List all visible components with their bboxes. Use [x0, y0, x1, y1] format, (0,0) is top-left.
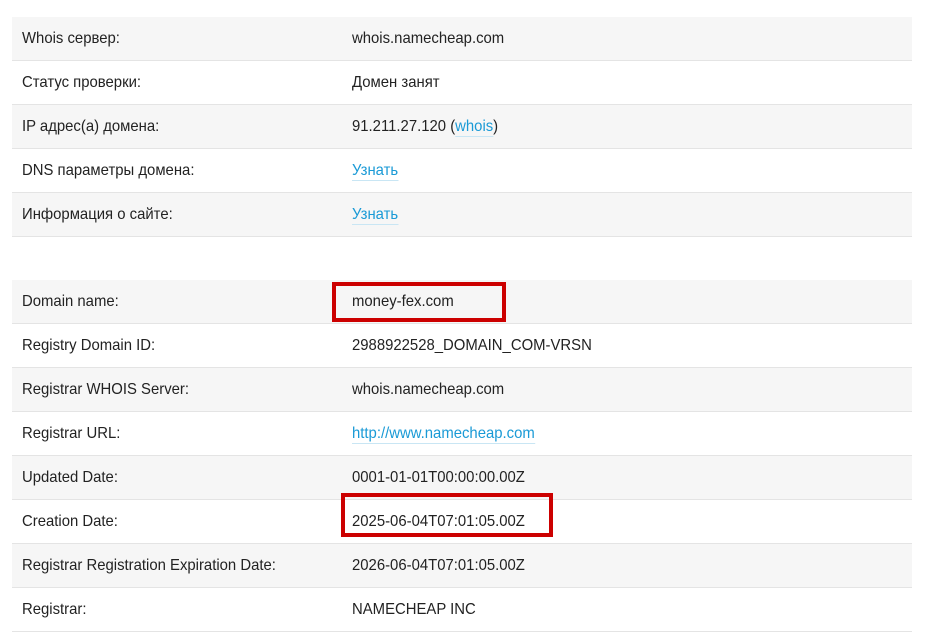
row-label: Информация о сайте:	[22, 205, 173, 223]
row-value: NAMECHEAP INC	[352, 600, 476, 618]
site-info-learn-link[interactable]: Узнать	[352, 205, 399, 225]
row-label: Registry Domain ID:	[22, 336, 156, 354]
table-row-check-status: Статус проверки: Домен занят	[12, 60, 912, 105]
ip-value: 91.211.27.120 (whois)	[352, 117, 499, 137]
row-value: whois.namecheap.com	[352, 380, 505, 398]
row-value: 2026-06-04T07:01:05.00Z	[352, 556, 525, 574]
whois-registry-table: Domain name: money-fex.com Registry Doma…	[12, 280, 912, 632]
whois-page: Whois сервер: whois.namecheap.com Статус…	[0, 0, 928, 642]
whois-summary-table: Whois сервер: whois.namecheap.com Статус…	[12, 17, 912, 237]
row-value: Домен занят	[352, 73, 440, 91]
row-value: whois.namecheap.com	[352, 29, 505, 47]
ip-address-text: 91.211.27.120 (	[352, 117, 456, 135]
creation-date-value: 2025-06-04T07:01:05.00Z	[352, 512, 525, 530]
ip-whois-link[interactable]: whois	[455, 117, 494, 137]
row-value: 0001-01-01T00:00:00.00Z	[352, 468, 525, 486]
table-row-registrar-whois-server: Registrar WHOIS Server: whois.namecheap.…	[12, 367, 912, 412]
row-label: Registrar Registration Expiration Date:	[22, 556, 276, 574]
ip-closing-paren: )	[493, 117, 499, 135]
table-row-whois-server: Whois сервер: whois.namecheap.com	[12, 17, 912, 61]
row-label: Updated Date:	[22, 468, 118, 486]
table-row-dns-params: DNS параметры домена: Узнать	[12, 148, 912, 193]
table-row-registrar-url: Registrar URL: http://www.namecheap.com	[12, 411, 912, 456]
dns-learn-link[interactable]: Узнать	[352, 161, 399, 181]
table-row-ip-address: IP адрес(а) домена: 91.211.27.120 (whois…	[12, 104, 912, 149]
table-row-creation-date: Creation Date: 2025-06-04T07:01:05.00Z	[12, 499, 912, 544]
table-row-site-info: Информация о сайте: Узнать	[12, 192, 912, 237]
row-label: Domain name:	[22, 292, 119, 310]
row-label: Registrar WHOIS Server:	[22, 380, 190, 398]
registrar-url-link[interactable]: http://www.namecheap.com	[352, 424, 535, 444]
row-label: Статус проверки:	[22, 73, 142, 91]
table-row-registry-domain-id: Registry Domain ID: 2988922528_DOMAIN_CO…	[12, 323, 912, 368]
row-label: Registrar URL:	[22, 424, 121, 442]
row-label: Registrar:	[22, 600, 87, 618]
row-label: DNS параметры домена:	[22, 161, 195, 179]
table-row-expiration-date: Registrar Registration Expiration Date: …	[12, 543, 912, 588]
table-row-updated-date: Updated Date: 0001-01-01T00:00:00.00Z	[12, 455, 912, 500]
domain-name-value: money-fex.com	[352, 292, 454, 310]
row-label: Whois сервер:	[22, 29, 120, 47]
row-label: Creation Date:	[22, 512, 118, 530]
table-row-registrar: Registrar: NAMECHEAP INC	[12, 587, 912, 632]
table-row-domain-name: Domain name: money-fex.com	[12, 280, 912, 324]
row-label: IP адрес(а) домена:	[22, 117, 160, 135]
row-value: 2988922528_DOMAIN_COM-VRSN	[352, 336, 592, 354]
